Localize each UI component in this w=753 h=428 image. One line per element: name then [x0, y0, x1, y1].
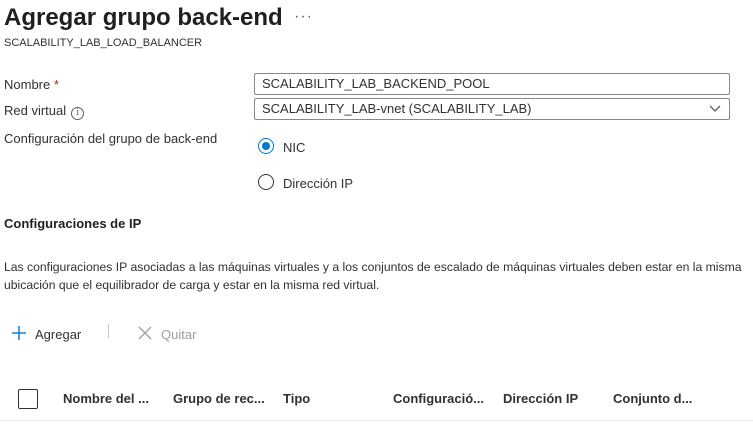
config-label: Configuración del grupo de back-end	[4, 131, 218, 146]
column-header-name[interactable]: Nombre del ...	[63, 391, 149, 406]
name-label: Nombre *	[4, 77, 59, 92]
column-header-ip-configuration[interactable]: Configuració...	[393, 391, 484, 406]
page-subtitle: SCALABILITY_LAB_LOAD_BALANCER	[4, 37, 203, 49]
vnet-label-text: Red virtual	[4, 103, 67, 118]
name-input[interactable]: SCALABILITY_LAB_BACKEND_POOL	[254, 73, 730, 95]
more-options-icon[interactable]: ···	[294, 8, 313, 26]
radio-ip-label: Dirección IP	[283, 176, 354, 191]
required-mark: *	[53, 77, 59, 92]
radio-nic-label: NIC	[283, 140, 306, 155]
ip-config-description: Las configuraciones IP asociadas a las m…	[4, 260, 742, 292]
ip-config-heading: Configuraciones de IP	[4, 216, 142, 231]
column-header-resource-group[interactable]: Grupo de rec...	[173, 391, 265, 406]
select-all-checkbox[interactable]	[18, 389, 38, 409]
plus-icon	[12, 326, 26, 340]
add-button-label: Agregar	[35, 327, 82, 342]
toolbar-separator	[108, 324, 109, 338]
radio-ip-circle[interactable]	[258, 174, 274, 190]
vnet-dropdown[interactable]: SCALABILITY_LAB-vnet (SCALABILITY_LAB)	[254, 98, 730, 120]
remove-button-label: Quitar	[161, 327, 197, 342]
column-header-ip-address[interactable]: Dirección IP	[503, 391, 578, 406]
table-divider	[0, 420, 753, 421]
info-icon[interactable]: i	[71, 107, 85, 120]
close-icon	[138, 326, 152, 340]
column-header-scale-set[interactable]: Conjunto d...	[613, 391, 692, 406]
chevron-down-icon	[709, 105, 721, 112]
radio-nic-circle[interactable]	[258, 138, 274, 154]
name-label-text: Nombre	[4, 77, 51, 92]
vnet-label: Red virtual i	[4, 103, 85, 120]
vnet-dropdown-value: SCALABILITY_LAB-vnet (SCALABILITY_LAB)	[262, 101, 532, 116]
page-title: Agregar grupo back-end	[4, 4, 283, 31]
column-header-type[interactable]: Tipo	[283, 391, 310, 406]
